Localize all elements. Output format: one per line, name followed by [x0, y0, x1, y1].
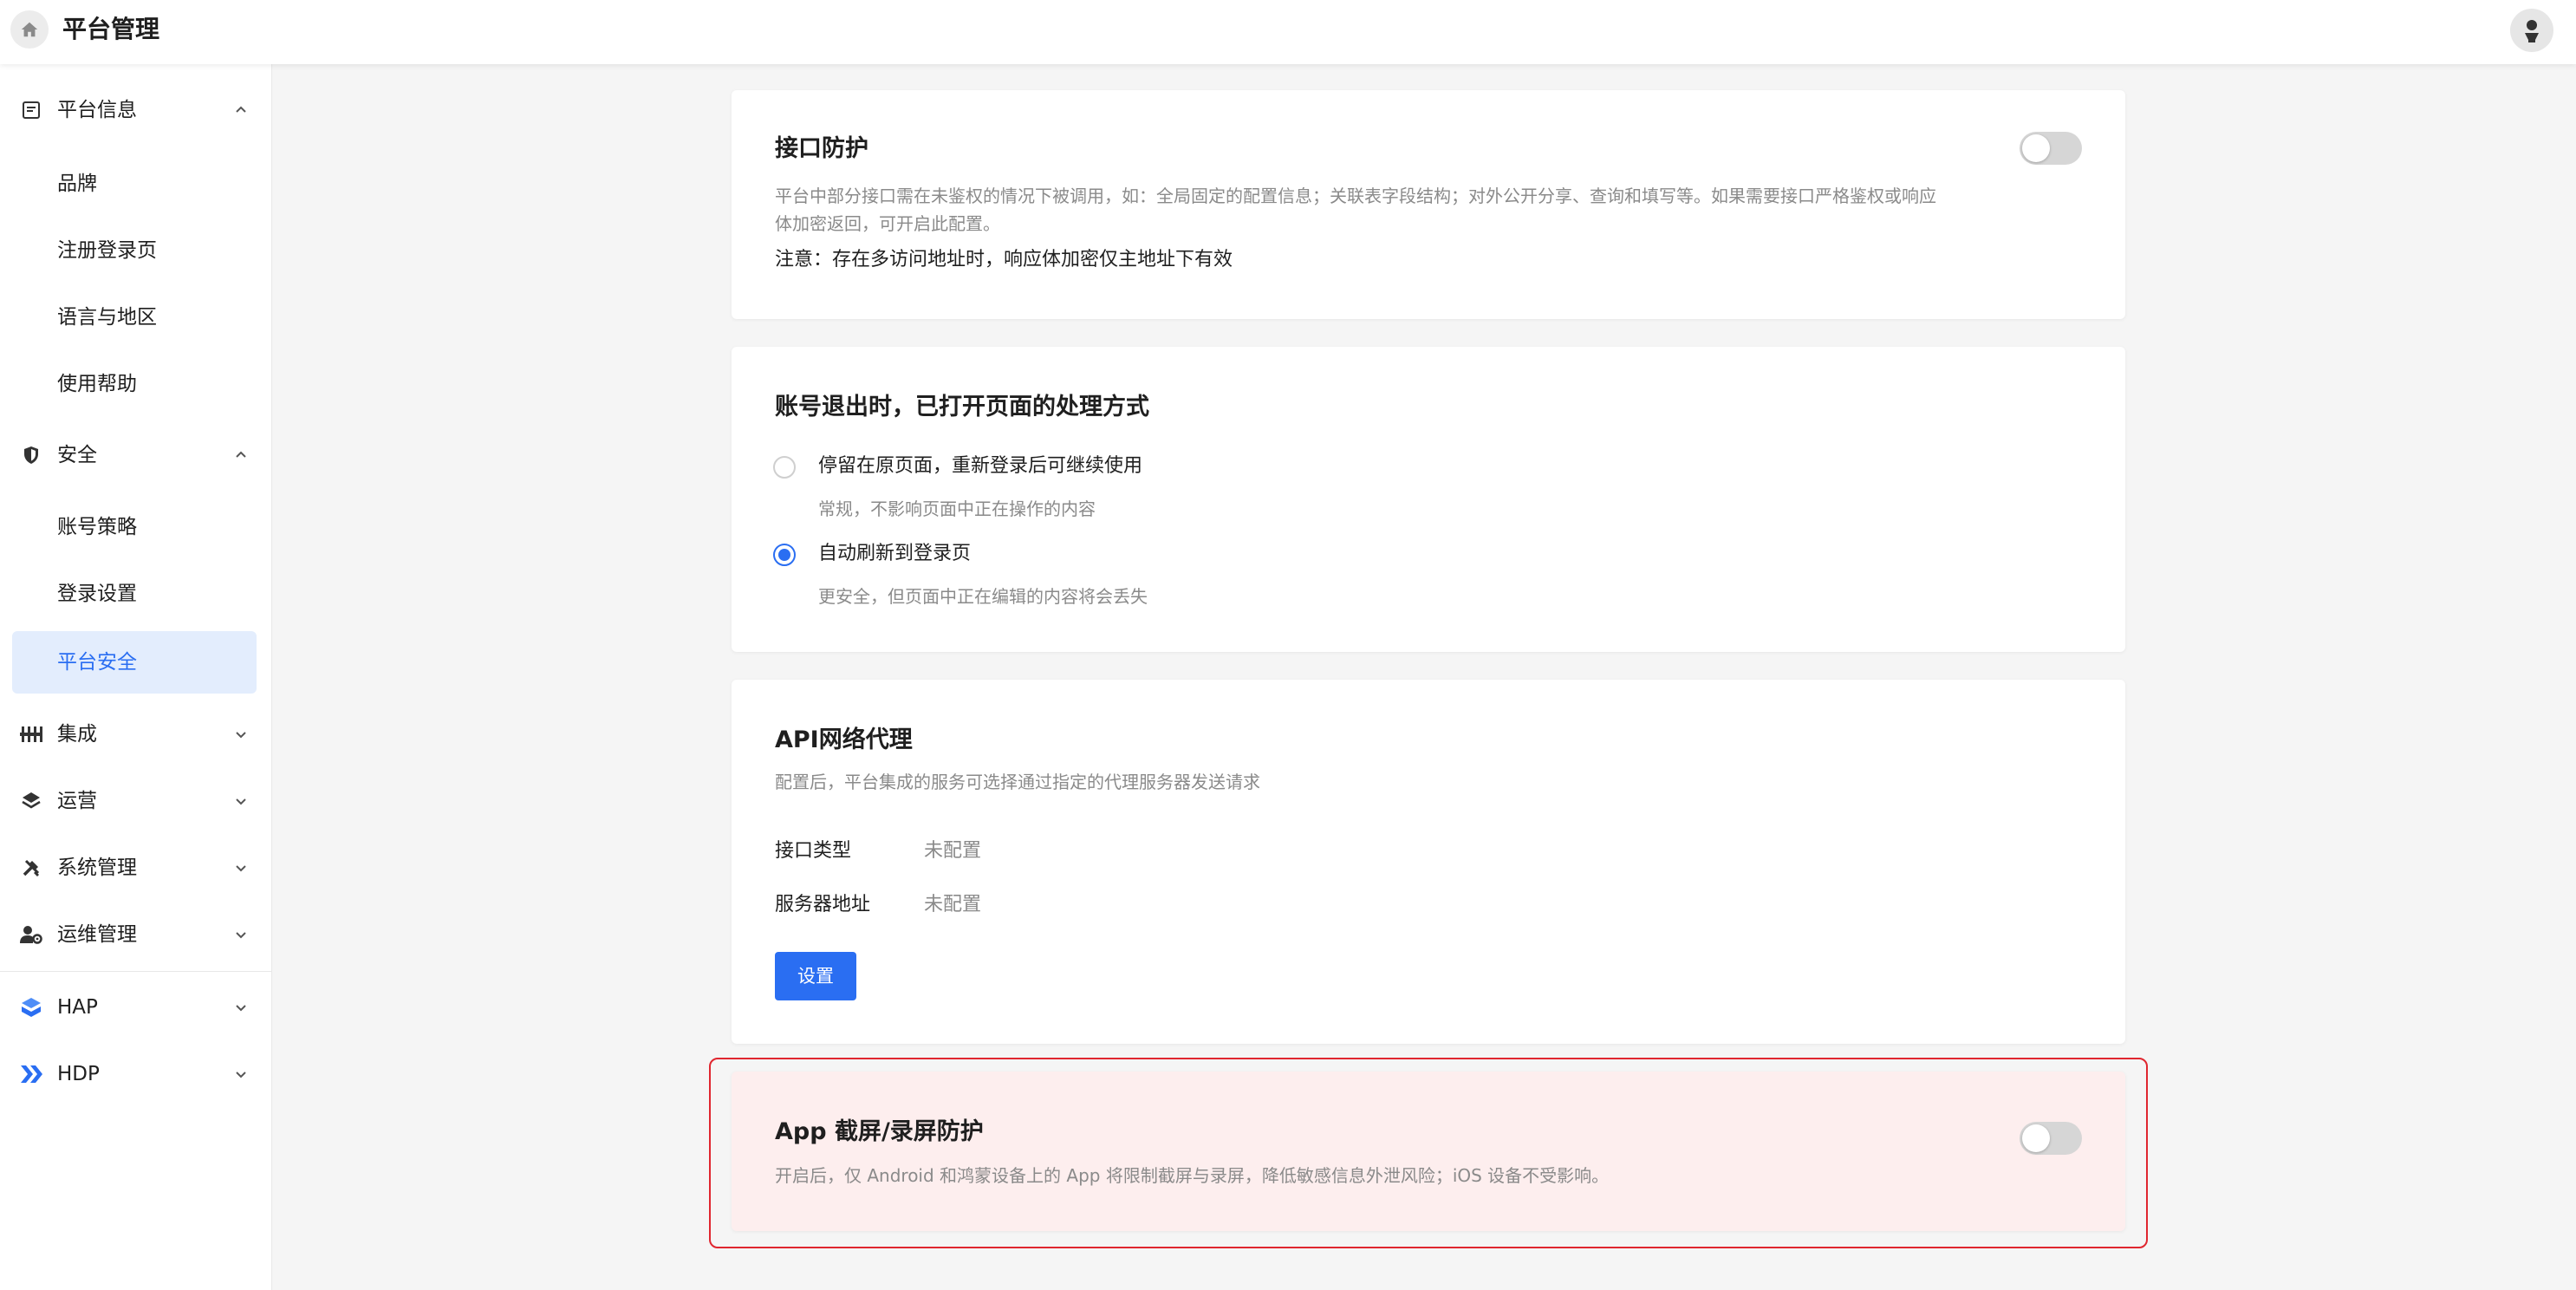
settings-button[interactable]: 设置: [775, 952, 856, 1000]
card-note: 注意：存在多访问地址时，响应体加密仅主地址下有效: [775, 249, 1233, 270]
sidebar-group-label: 运维管理: [57, 923, 137, 946]
api-protection-card: 接口防护 平台中部分接口需在未鉴权的情况下被调用，如：全局固定的配置信息；关联表…: [732, 90, 2125, 319]
hap-logo-icon: [19, 995, 43, 1020]
avatar[interactable]: [2510, 9, 2553, 52]
user-settings-icon: [19, 922, 43, 947]
card-title: API网络代理: [775, 726, 913, 753]
toggle-knob: [2022, 1124, 2050, 1152]
card-title: App 截屏/录屏防护: [775, 1118, 984, 1145]
field-label-interface-type: 接口类型: [775, 840, 852, 862]
field-value-interface-type: 未配置: [924, 840, 982, 862]
chevron-down-icon: [231, 1064, 251, 1085]
chevron-down-icon: [231, 724, 251, 745]
sidebar-group-label: 平台信息: [57, 99, 137, 121]
chevron-down-icon: [231, 997, 251, 1018]
hdp-logo-icon: [19, 1062, 43, 1086]
radio-auto-refresh-login[interactable]: [773, 544, 796, 566]
sidebar-group-label: 运营: [57, 790, 97, 812]
sidebar-item-help[interactable]: 使用帮助: [12, 353, 257, 415]
sidebar-item-register-login-page[interactable]: 注册登录页: [12, 219, 257, 282]
radio-stay-on-page[interactable]: [773, 456, 796, 479]
sidebar-item-label: 登录设置: [57, 583, 137, 605]
field-label-server-address: 服务器地址: [775, 894, 871, 915]
card-title: 账号退出时，已打开页面的处理方式: [775, 394, 1149, 420]
tools-icon: [19, 856, 43, 880]
chevron-down-icon: [231, 857, 251, 878]
sidebar-item-label: 语言与地区: [57, 306, 157, 329]
sidebar-item-platform-security[interactable]: 平台安全: [12, 631, 257, 694]
sidebar: 平台信息 品牌 注册登录页 语言与地区 使用帮助 安全 账号策略 登录设置 平台…: [0, 64, 272, 1290]
chevron-down-icon: [231, 924, 251, 945]
radio-help-text: 常规，不影响页面中正在操作的内容: [818, 498, 1096, 519]
sidebar-group-operations[interactable]: 运营: [0, 771, 272, 831]
sidebar-group-hap[interactable]: HAP: [0, 977, 272, 1038]
sidebar-group-label: HAP: [57, 996, 98, 1019]
card-description: 配置后，平台集成的服务可选择通过指定的代理服务器发送请求: [775, 772, 1260, 792]
sidebar-item-label: 平台安全: [57, 651, 137, 674]
sidebar-item-login-settings[interactable]: 登录设置: [12, 563, 257, 625]
sidebar-group-security[interactable]: 安全: [0, 425, 272, 485]
sidebar-group-hdp[interactable]: HDP: [0, 1044, 272, 1104]
home-icon[interactable]: [10, 10, 49, 49]
sidebar-item-label: 账号策略: [57, 516, 137, 538]
screen-protection-card: App 截屏/录屏防护 开启后，仅 Android 和鸿蒙设备上的 App 将限…: [732, 1072, 2125, 1231]
api-proxy-card: API网络代理 配置后，平台集成的服务可选择通过指定的代理服务器发送请求 接口类…: [732, 680, 2125, 1044]
toggle-knob: [2022, 134, 2050, 162]
radio-label: 停留在原页面，重新登录后可继续使用: [818, 455, 1143, 477]
sliders-icon: [19, 722, 43, 746]
card-description: 平台中部分接口需在未鉴权的情况下被调用，如：全局固定的配置信息；关联表字段结构；…: [775, 186, 1936, 206]
sidebar-item-label: 注册登录页: [57, 239, 157, 262]
document-icon: [19, 98, 43, 122]
shield-icon: [19, 443, 43, 467]
sidebar-group-system-admin[interactable]: 系统管理: [0, 837, 272, 898]
chevron-down-icon: [231, 791, 251, 811]
radio-label: 自动刷新到登录页: [818, 543, 972, 564]
top-header: 平台管理: [0, 0, 2576, 64]
sidebar-group-label: HDP: [57, 1063, 100, 1085]
sidebar-group-label: 系统管理: [57, 857, 137, 879]
sidebar-item-label: 品牌: [57, 173, 97, 195]
layers-icon: [19, 789, 43, 813]
sidebar-group-label: 安全: [57, 444, 97, 466]
page-title: 平台管理: [62, 15, 160, 43]
field-value-server-address: 未配置: [924, 894, 982, 915]
screen-protection-toggle[interactable]: [2020, 1122, 2082, 1155]
chevron-up-icon: [231, 100, 251, 121]
sidebar-divider: [0, 971, 272, 972]
card-description: 体加密返回，可开启此配置。: [775, 213, 1000, 234]
radio-help-text: 更安全，但页面中正在编辑的内容将会丢失: [818, 586, 1148, 607]
chevron-up-icon: [231, 445, 251, 466]
sidebar-group-integration[interactable]: 集成: [0, 704, 272, 765]
sidebar-item-brand[interactable]: 品牌: [12, 153, 257, 215]
sidebar-item-language-region[interactable]: 语言与地区: [12, 286, 257, 349]
sidebar-group-platform-info[interactable]: 平台信息: [0, 80, 272, 140]
card-title: 接口防护: [775, 135, 868, 162]
card-description: 开启后，仅 Android 和鸿蒙设备上的 App 将限制截屏与录屏，降低敏感信…: [775, 1165, 1610, 1186]
sidebar-group-label: 集成: [57, 723, 97, 746]
sidebar-item-label: 使用帮助: [57, 373, 137, 395]
sidebar-item-account-policy[interactable]: 账号策略: [12, 496, 257, 558]
logout-handling-card: 账号退出时，已打开页面的处理方式 停留在原页面，重新登录后可继续使用 常规，不影…: [732, 347, 2125, 652]
api-protection-toggle[interactable]: [2020, 132, 2082, 165]
sidebar-group-devops-admin[interactable]: 运维管理: [0, 904, 272, 965]
